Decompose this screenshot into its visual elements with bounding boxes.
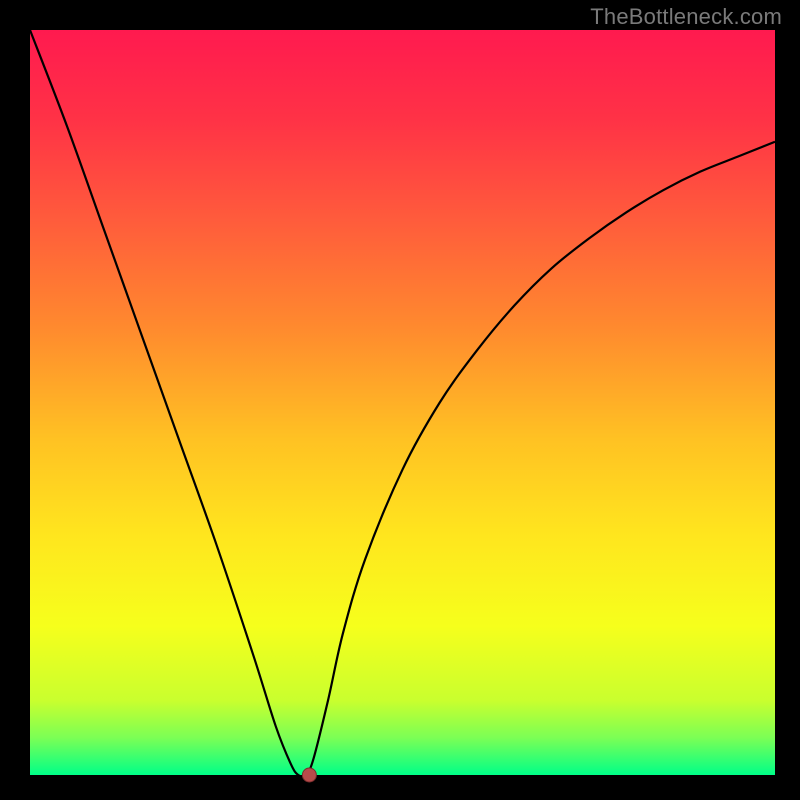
valley-marker	[302, 768, 316, 782]
watermark-text: TheBottleneck.com	[590, 4, 782, 30]
bottleneck-chart	[0, 0, 800, 800]
chart-container: TheBottleneck.com	[0, 0, 800, 800]
plot-background	[30, 30, 775, 775]
